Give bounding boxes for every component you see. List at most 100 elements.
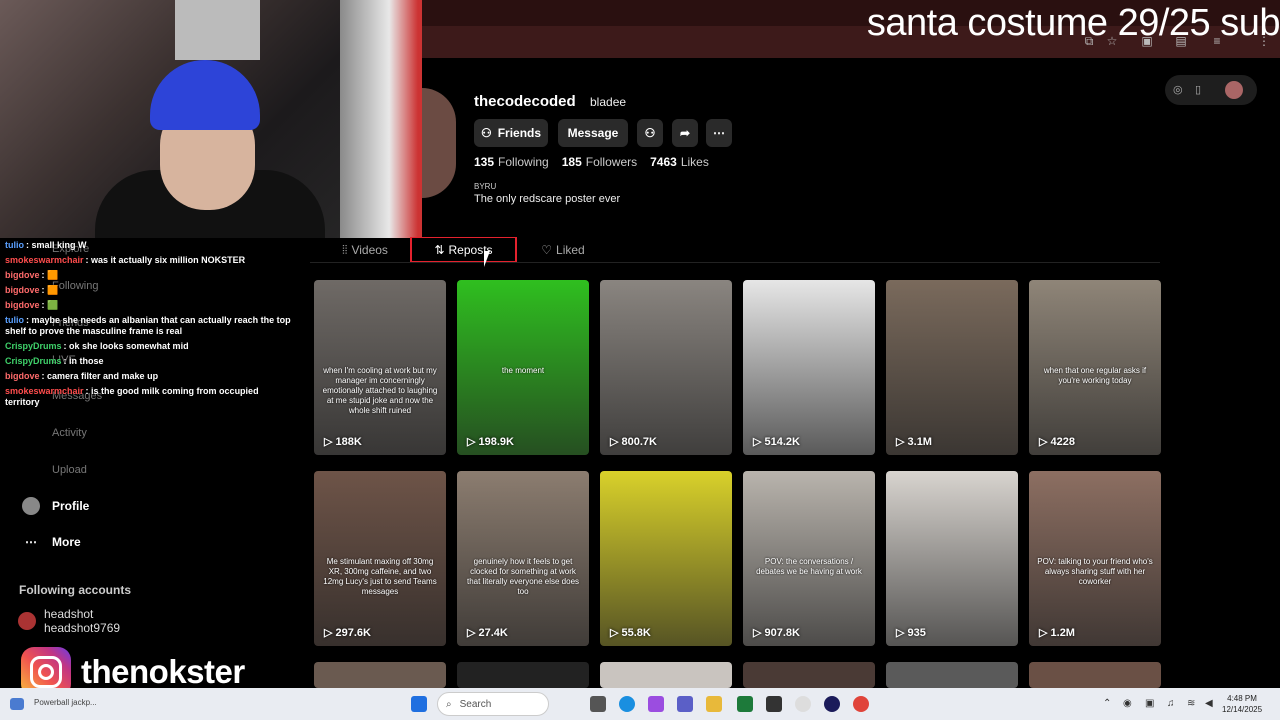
tab-videos[interactable]: ⦙⦙ Videos <box>330 237 400 263</box>
more-dots-icon: ⋯ <box>25 535 37 549</box>
video-tile[interactable]: ▷ 935 <box>886 471 1018 646</box>
taskbar-search[interactable]: ⌕ Search <box>437 692 549 716</box>
stream-chat: tulio: small king W smokeswarmchair: was … <box>0 238 300 488</box>
account-name: headshot <box>44 607 94 621</box>
sidebar-item-more[interactable]: ⋯ More <box>22 530 81 554</box>
chat-username[interactable]: smokeswarmchair <box>5 386 84 396</box>
video-tile[interactable]: ▷ 55.8K <box>600 471 732 646</box>
video-tile[interactable]: when that one regular asks if you're wor… <box>1029 280 1161 455</box>
repost-icon: ⇅ <box>434 242 445 257</box>
microphone-icon[interactable]: ♫ <box>1167 698 1175 709</box>
friends-button[interactable]: ⚇ Friends <box>474 119 548 147</box>
obs-icon[interactable] <box>824 696 840 712</box>
chat-username[interactable]: bigdove <box>5 270 40 280</box>
play-icon: ▷ <box>896 436 908 448</box>
view-count-value: 4228 <box>1050 436 1075 448</box>
video-tile[interactable]: when I'm cooling at work but my manager … <box>314 280 446 455</box>
chat-text: maybe she needs an albanian that can act… <box>5 315 291 336</box>
more-options-button[interactable]: ⋯ <box>706 119 732 147</box>
chat-username[interactable]: CrispyDrums <box>5 356 62 366</box>
account-avatar <box>18 612 36 630</box>
file-explorer-icon[interactable] <box>706 696 722 712</box>
bookmark-star-icon[interactable]: ☆ <box>1105 34 1119 48</box>
heart-icon: ♡ <box>541 243 553 257</box>
wifi-icon[interactable]: ≋ <box>1187 698 1195 709</box>
chat-username[interactable]: bigdove <box>5 300 40 310</box>
downloads-icon[interactable]: ≡ <box>1210 34 1224 48</box>
video-tile[interactable] <box>1029 662 1161 688</box>
news-widget[interactable]: Powerball jackp... <box>34 698 97 707</box>
video-tile[interactable]: POV: the conversations / debates we be h… <box>743 471 875 646</box>
followers-stat[interactable]: 185 Followers <box>562 155 637 169</box>
sidebar-item-profile[interactable]: Profile <box>22 494 89 518</box>
taskbar-search-label: Search <box>459 698 492 710</box>
chat-username[interactable]: tulio <box>5 315 24 325</box>
app-icon-2[interactable] <box>795 696 811 712</box>
video-view-count: ▷ 935 <box>896 626 926 639</box>
video-tile[interactable]: genuinely how it feels to get clocked fo… <box>457 471 589 646</box>
chat-username[interactable]: tulio <box>5 240 24 250</box>
device-icon[interactable]: ▯ <box>1195 83 1201 96</box>
compass-icon[interactable]: ◎ <box>1173 83 1183 96</box>
chat-username[interactable]: bigdove <box>5 285 40 295</box>
add-friend-button[interactable]: ⚇ <box>637 119 663 147</box>
following-account-item[interactable]: headshot headshot9769 <box>18 607 120 635</box>
sidebar-more-label: More <box>52 535 81 549</box>
play-icon: ▷ <box>610 436 622 448</box>
video-tile[interactable] <box>314 662 446 688</box>
video-view-count: ▷ 4228 <box>1039 435 1075 448</box>
following-label: Following <box>498 155 549 169</box>
following-stat[interactable]: 135 Following <box>474 155 549 169</box>
play-icon: ▷ <box>467 627 479 639</box>
play-icon: ▷ <box>324 627 336 639</box>
video-tile[interactable]: ▷ 3.1M <box>886 280 1018 455</box>
taskbar-clock[interactable]: 4:48 PM 12/14/2025 <box>1222 693 1262 715</box>
likes-stat: 7463 Likes <box>650 155 709 169</box>
video-tile[interactable] <box>743 662 875 688</box>
tray-chevron-icon[interactable]: ⌃ <box>1103 698 1111 709</box>
app-icon[interactable] <box>766 696 782 712</box>
task-view-icon[interactable] <box>590 696 606 712</box>
sidebar-icon[interactable]: ▤ <box>1174 34 1188 48</box>
xbox-icon[interactable] <box>737 696 753 712</box>
message-button[interactable]: Message <box>558 119 628 147</box>
menu-icon[interactable]: ⋮ <box>1257 34 1271 48</box>
copilot-icon[interactable] <box>648 696 664 712</box>
tab-reposts[interactable]: ⇅ Reposts <box>410 237 517 263</box>
weather-icon[interactable] <box>10 698 24 710</box>
likes-count: 7463 <box>650 155 677 169</box>
view-count-value: 800.7K <box>621 436 657 448</box>
video-tile[interactable] <box>457 662 589 688</box>
view-count-value: 3.1M <box>907 436 932 448</box>
video-tile[interactable]: POV: talking to your friend who's always… <box>1029 471 1161 646</box>
view-count-value: 188K <box>335 436 362 448</box>
start-button-icon[interactable] <box>411 696 427 712</box>
tab-liked[interactable]: ♡ Liked <box>530 237 596 263</box>
video-tile[interactable]: the moment ▷ 198.9K <box>457 280 589 455</box>
user-avatar[interactable] <box>1225 81 1243 99</box>
extensions-icon[interactable]: ▣ <box>1140 34 1154 48</box>
edge-icon[interactable] <box>619 696 635 712</box>
play-icon: ▷ <box>467 436 479 448</box>
video-tile[interactable] <box>886 662 1018 688</box>
extension-icon[interactable]: ⧉ <box>1082 34 1096 48</box>
video-tile[interactable]: ▷ 800.7K <box>600 280 732 455</box>
tray-app-icon[interactable]: ◉ <box>1123 698 1132 709</box>
video-view-count: ▷ 198.9K <box>467 435 514 448</box>
tray-app-icon-2[interactable]: ▣ <box>1145 698 1154 709</box>
chrome-icon[interactable] <box>853 696 869 712</box>
video-view-count: ▷ 800.7K <box>610 435 657 448</box>
video-tile[interactable] <box>600 662 732 688</box>
chat-username[interactable]: smokeswarmchair <box>5 255 84 265</box>
chat-username[interactable]: CrispyDrums <box>5 341 62 351</box>
chat-username[interactable]: bigdove <box>5 371 40 381</box>
teams-icon[interactable] <box>677 696 693 712</box>
video-view-count: ▷ 27.4K <box>467 626 508 639</box>
volume-icon[interactable]: ◀ <box>1205 698 1213 709</box>
video-tile[interactable]: ▷ 514.2K <box>743 280 875 455</box>
grid-icon: ⦙⦙ <box>342 242 348 257</box>
video-caption: POV: talking to your friend who's always… <box>1037 557 1153 586</box>
share-button[interactable]: ➦ <box>672 119 698 147</box>
followers-count: 185 <box>561 155 582 169</box>
video-tile[interactable]: Me stimulant maxing off 30mg XR, 300mg c… <box>314 471 446 646</box>
